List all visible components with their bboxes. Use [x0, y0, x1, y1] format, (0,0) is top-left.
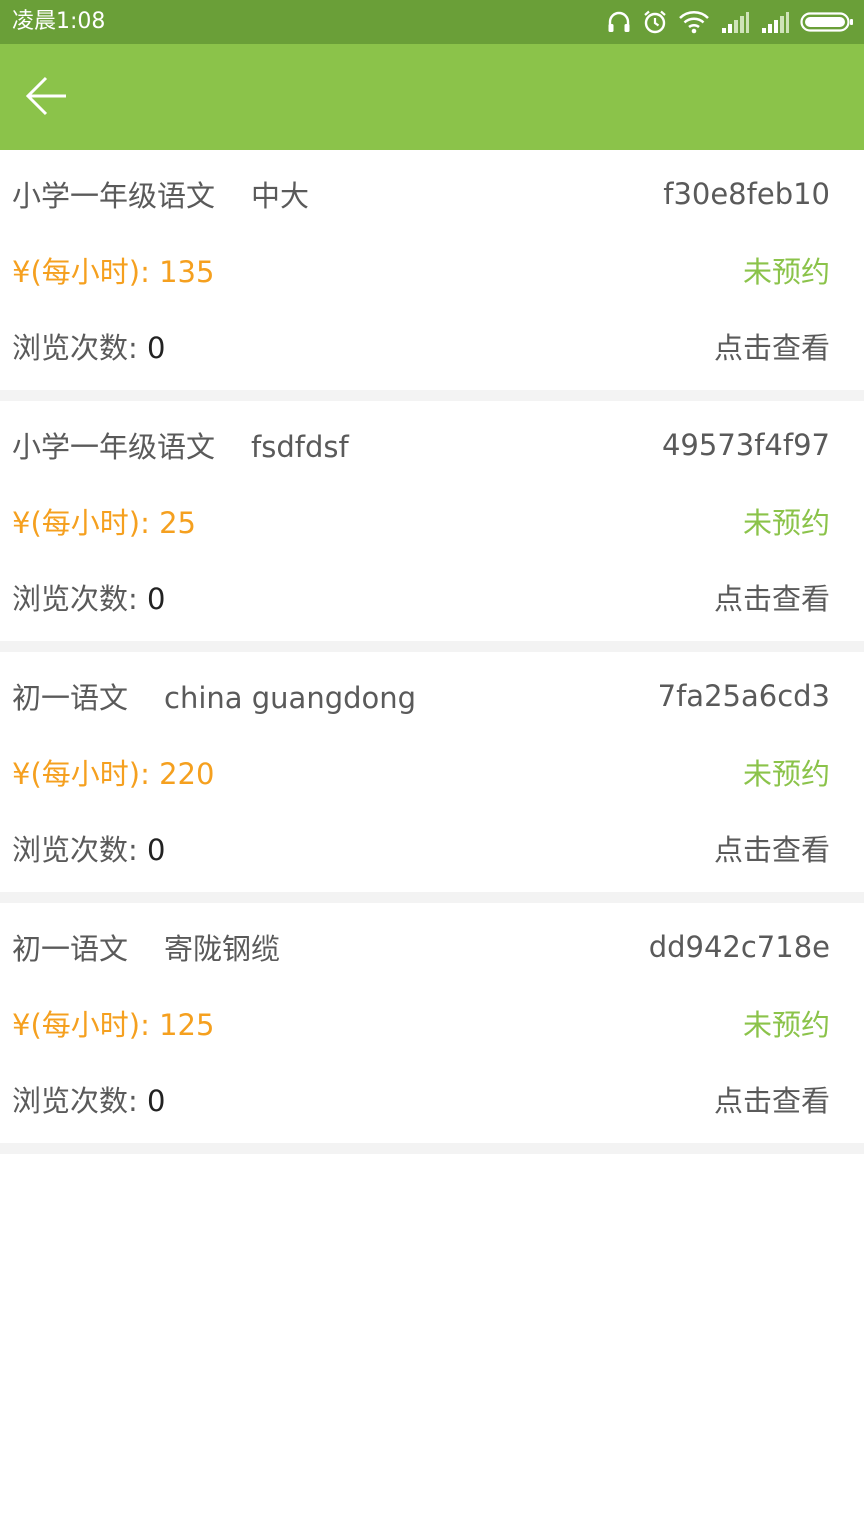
- views-count: 0: [147, 833, 166, 867]
- teacher-name: fsdfdsf: [251, 430, 349, 464]
- item-title: 初一语文 china guangdong: [12, 675, 416, 717]
- item-code: 7fa25a6cd3: [657, 679, 830, 713]
- views: 浏览次数: 0: [12, 1078, 165, 1120]
- booking-status: 未预约: [742, 757, 830, 791]
- subject: 初一语文: [12, 932, 129, 966]
- subject: 初一语文: [12, 681, 129, 715]
- list-item[interactable]: 小学一年级语文 fsdfdsf 49573f4f97 ¥(每小时): 25 未预约…: [0, 401, 864, 652]
- price-label: ¥(每小时):: [12, 255, 150, 289]
- views-label: 浏览次数:: [12, 833, 138, 867]
- subject: 小学一年级语文: [12, 179, 216, 213]
- tutor-list: 小学一年级语文 中大 f30e8feb10 ¥(每小时): 135 未预约 浏览次…: [0, 150, 864, 1154]
- price-value: 135: [159, 255, 215, 289]
- alarm-icon: [642, 9, 668, 35]
- views-count: 0: [147, 1084, 166, 1118]
- price-label: ¥(每小时):: [12, 757, 150, 791]
- view-details-link[interactable]: 点击查看: [714, 827, 830, 869]
- views: 浏览次数: 0: [12, 576, 165, 618]
- price-value: 25: [159, 506, 196, 540]
- teacher-name: 中大: [251, 179, 310, 213]
- price-label: ¥(每小时):: [12, 506, 150, 540]
- views-label: 浏览次数:: [12, 582, 138, 616]
- item-title: 初一语文 寄陇钢缆: [12, 926, 280, 968]
- views-count: 0: [147, 582, 166, 616]
- price: ¥(每小时): 25: [12, 500, 196, 542]
- booking-status: 未预约: [742, 1008, 830, 1042]
- price: ¥(每小时): 135: [12, 249, 214, 291]
- list-item[interactable]: 小学一年级语文 中大 f30e8feb10 ¥(每小时): 135 未预约 浏览次…: [0, 150, 864, 401]
- teacher-name: china guangdong: [164, 681, 417, 715]
- status-time: 凌晨1:08: [12, 9, 106, 34]
- list-item[interactable]: 初一语文 寄陇钢缆 dd942c718e ¥(每小时): 125 未预约 浏览次数…: [0, 903, 864, 1154]
- status-bar: 凌晨1:08: [0, 0, 864, 44]
- views: 浏览次数: 0: [12, 325, 165, 367]
- views-label: 浏览次数:: [12, 331, 138, 365]
- views-count: 0: [147, 331, 166, 365]
- signal-icon: [720, 9, 750, 35]
- booking-status: 未预约: [742, 506, 830, 540]
- views: 浏览次数: 0: [12, 827, 165, 869]
- price-value: 220: [159, 757, 215, 791]
- back-button[interactable]: [14, 64, 78, 128]
- list-item[interactable]: 初一语文 china guangdong 7fa25a6cd3 ¥(每小时): 2…: [0, 652, 864, 903]
- booking-status: 未预约: [742, 255, 830, 289]
- views-label: 浏览次数:: [12, 1084, 138, 1118]
- item-title: 小学一年级语文 中大: [12, 173, 309, 215]
- headset-icon: [606, 9, 632, 35]
- wifi-icon: [678, 9, 710, 35]
- item-code: dd942c718e: [648, 930, 830, 964]
- teacher-name: 寄陇钢缆: [164, 932, 281, 966]
- arrow-left-icon: [25, 76, 66, 116]
- item-code: 49573f4f97: [661, 428, 830, 462]
- status-icons: [606, 7, 854, 37]
- price-value: 125: [159, 1008, 215, 1042]
- view-details-link[interactable]: 点击查看: [714, 325, 830, 367]
- view-details-link[interactable]: 点击查看: [714, 1078, 830, 1120]
- view-details-link[interactable]: 点击查看: [714, 576, 830, 618]
- price: ¥(每小时): 125: [12, 1002, 214, 1044]
- battery-icon: [800, 9, 854, 35]
- subject: 小学一年级语文: [12, 430, 216, 464]
- price-label: ¥(每小时):: [12, 1008, 150, 1042]
- app-bar: [0, 44, 864, 150]
- signal-icon: [760, 9, 790, 35]
- item-code: f30e8feb10: [663, 177, 830, 211]
- item-title: 小学一年级语文 fsdfdsf: [12, 424, 349, 466]
- price: ¥(每小时): 220: [12, 751, 214, 793]
